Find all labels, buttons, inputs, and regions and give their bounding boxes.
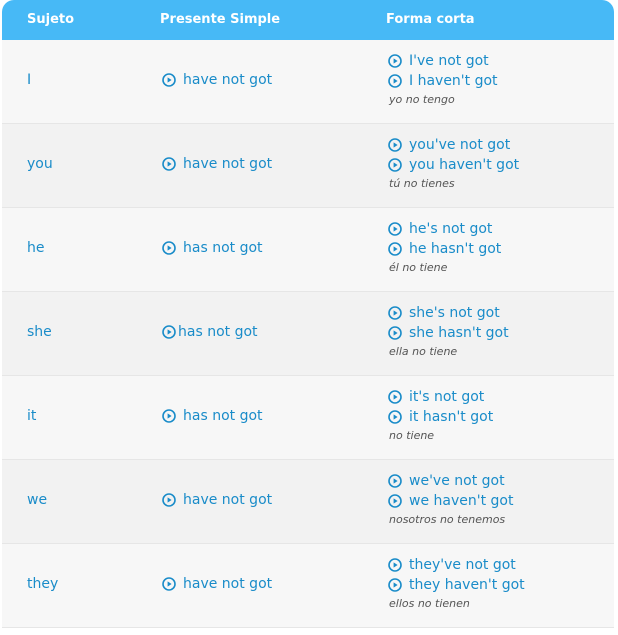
play-circle-icon xyxy=(388,158,402,172)
short-form-text: she hasn't got xyxy=(409,325,509,341)
short-form-text: they haven't got xyxy=(409,577,525,593)
present-form-text: have not got xyxy=(183,72,273,88)
table-header: Sujeto Presente Simple Forma corta xyxy=(2,0,614,40)
play-circle-icon xyxy=(388,138,402,152)
present-audio-link[interactable]: have not got xyxy=(162,156,272,172)
short-form-cell: it's not got it hasn't got no tiene xyxy=(388,387,493,442)
present-form-text: have not got xyxy=(183,576,273,592)
table-row: he has not got he's not got he hasn't go… xyxy=(2,208,614,292)
present-form-text: have not got xyxy=(183,156,273,172)
subject-cell: I xyxy=(27,72,32,88)
short-form-audio-link[interactable]: I've not got xyxy=(388,51,498,71)
present-audio-link[interactable]: has not got xyxy=(162,240,263,256)
play-circle-icon xyxy=(388,410,402,424)
table-row: they have not got they've not got they h… xyxy=(2,544,614,628)
play-circle-icon xyxy=(388,306,402,320)
short-form-audio-link[interactable]: we haven't got xyxy=(388,491,513,511)
present-form-text: has not got xyxy=(183,408,263,424)
play-circle-icon xyxy=(388,54,402,68)
translation-text: ella no tiene xyxy=(389,345,458,358)
subject-cell: they xyxy=(27,576,59,592)
subject-cell: she xyxy=(27,324,52,340)
present-form-text: has not got xyxy=(178,324,258,340)
short-form-audio-link[interactable]: I haven't got xyxy=(388,71,498,91)
header-short-form: Forma corta xyxy=(386,12,475,27)
translation-text: no tiene xyxy=(389,429,435,442)
table-row: we have not got we've not got we haven't… xyxy=(2,460,614,544)
table-row: I have not got I've not got I haven't go… xyxy=(2,40,614,124)
play-circle-icon xyxy=(388,74,402,88)
short-form-text: they've not got xyxy=(409,557,516,573)
short-form-text: we've not got xyxy=(409,473,505,489)
short-form-audio-link[interactable]: we've not got xyxy=(388,471,513,491)
short-form-cell: I've not got I haven't got yo no tengo xyxy=(388,51,498,106)
present-form-text: have not got xyxy=(183,492,273,508)
play-circle-icon xyxy=(388,494,402,508)
short-form-audio-link[interactable]: you've not got xyxy=(388,135,519,155)
short-form-text: I've not got xyxy=(409,53,489,69)
play-circle-icon xyxy=(162,73,176,87)
short-form-cell: we've not got we haven't got nosotros no… xyxy=(388,471,513,526)
short-form-text: she's not got xyxy=(409,305,500,321)
short-form-text: it hasn't got xyxy=(409,409,494,425)
translation-text: yo no tengo xyxy=(389,93,455,106)
present-audio-link[interactable]: has not got xyxy=(162,324,258,340)
short-form-audio-link[interactable]: he's not got xyxy=(388,219,501,239)
short-form-cell: you've not got you haven't got tú no tie… xyxy=(388,135,519,190)
short-form-audio-link[interactable]: it hasn't got xyxy=(388,407,493,427)
play-circle-icon xyxy=(388,390,402,404)
short-form-audio-link[interactable]: she hasn't got xyxy=(388,323,509,343)
short-form-cell: she's not got she hasn't got ella no tie… xyxy=(388,303,509,358)
short-form-text: you've not got xyxy=(409,137,511,153)
short-form-text: you haven't got xyxy=(409,157,520,173)
play-circle-icon xyxy=(162,409,176,423)
subject-cell: we xyxy=(27,492,48,508)
play-circle-icon xyxy=(388,474,402,488)
play-circle-icon xyxy=(162,493,176,507)
present-form-text: has not got xyxy=(183,240,263,256)
subject-cell: it xyxy=(27,408,37,424)
short-form-audio-link[interactable]: he hasn't got xyxy=(388,239,501,259)
short-form-audio-link[interactable]: it's not got xyxy=(388,387,493,407)
subject-cell: he xyxy=(27,240,45,256)
play-circle-icon xyxy=(162,577,176,591)
short-form-text: it's not got xyxy=(409,389,485,405)
play-circle-icon xyxy=(388,578,402,592)
translation-text: él no tiene xyxy=(389,261,448,274)
short-form-audio-link[interactable]: you haven't got xyxy=(388,155,519,175)
play-circle-icon xyxy=(162,157,176,171)
play-circle-icon xyxy=(162,325,176,339)
table-row: you have not got you've not got you have… xyxy=(2,124,614,208)
table-row: it has not got it's not got it hasn't go… xyxy=(2,376,614,460)
play-circle-icon xyxy=(388,326,402,340)
short-form-audio-link[interactable]: she's not got xyxy=(388,303,509,323)
short-form-cell: they've not got they haven't got ellos n… xyxy=(388,555,525,610)
present-audio-link[interactable]: have not got xyxy=(162,492,272,508)
play-circle-icon xyxy=(388,222,402,236)
table-body: I have not got I've not got I haven't go… xyxy=(2,40,614,628)
conjugation-table: Sujeto Presente Simple Forma corta I hav… xyxy=(2,0,614,628)
play-circle-icon xyxy=(388,558,402,572)
header-present-simple: Presente Simple xyxy=(160,12,281,27)
short-form-cell: he's not got he hasn't got él no tiene xyxy=(388,219,501,274)
translation-text: ellos no tienen xyxy=(389,597,470,610)
present-audio-link[interactable]: has not got xyxy=(162,408,263,424)
short-form-text: I haven't got xyxy=(409,73,498,89)
short-form-audio-link[interactable]: they've not got xyxy=(388,555,525,575)
translation-text: tú no tienes xyxy=(389,177,455,190)
play-circle-icon xyxy=(388,242,402,256)
present-audio-link[interactable]: have not got xyxy=(162,576,272,592)
subject-cell: you xyxy=(27,156,53,172)
translation-text: nosotros no tenemos xyxy=(389,513,506,526)
header-subject: Sujeto xyxy=(27,12,75,27)
table-row: she has not got she's not got she hasn't… xyxy=(2,292,614,376)
short-form-text: he's not got xyxy=(409,221,493,237)
short-form-text: we haven't got xyxy=(409,493,514,509)
short-form-text: he hasn't got xyxy=(409,241,502,257)
short-form-audio-link[interactable]: they haven't got xyxy=(388,575,525,595)
present-audio-link[interactable]: have not got xyxy=(162,72,272,88)
play-circle-icon xyxy=(162,241,176,255)
